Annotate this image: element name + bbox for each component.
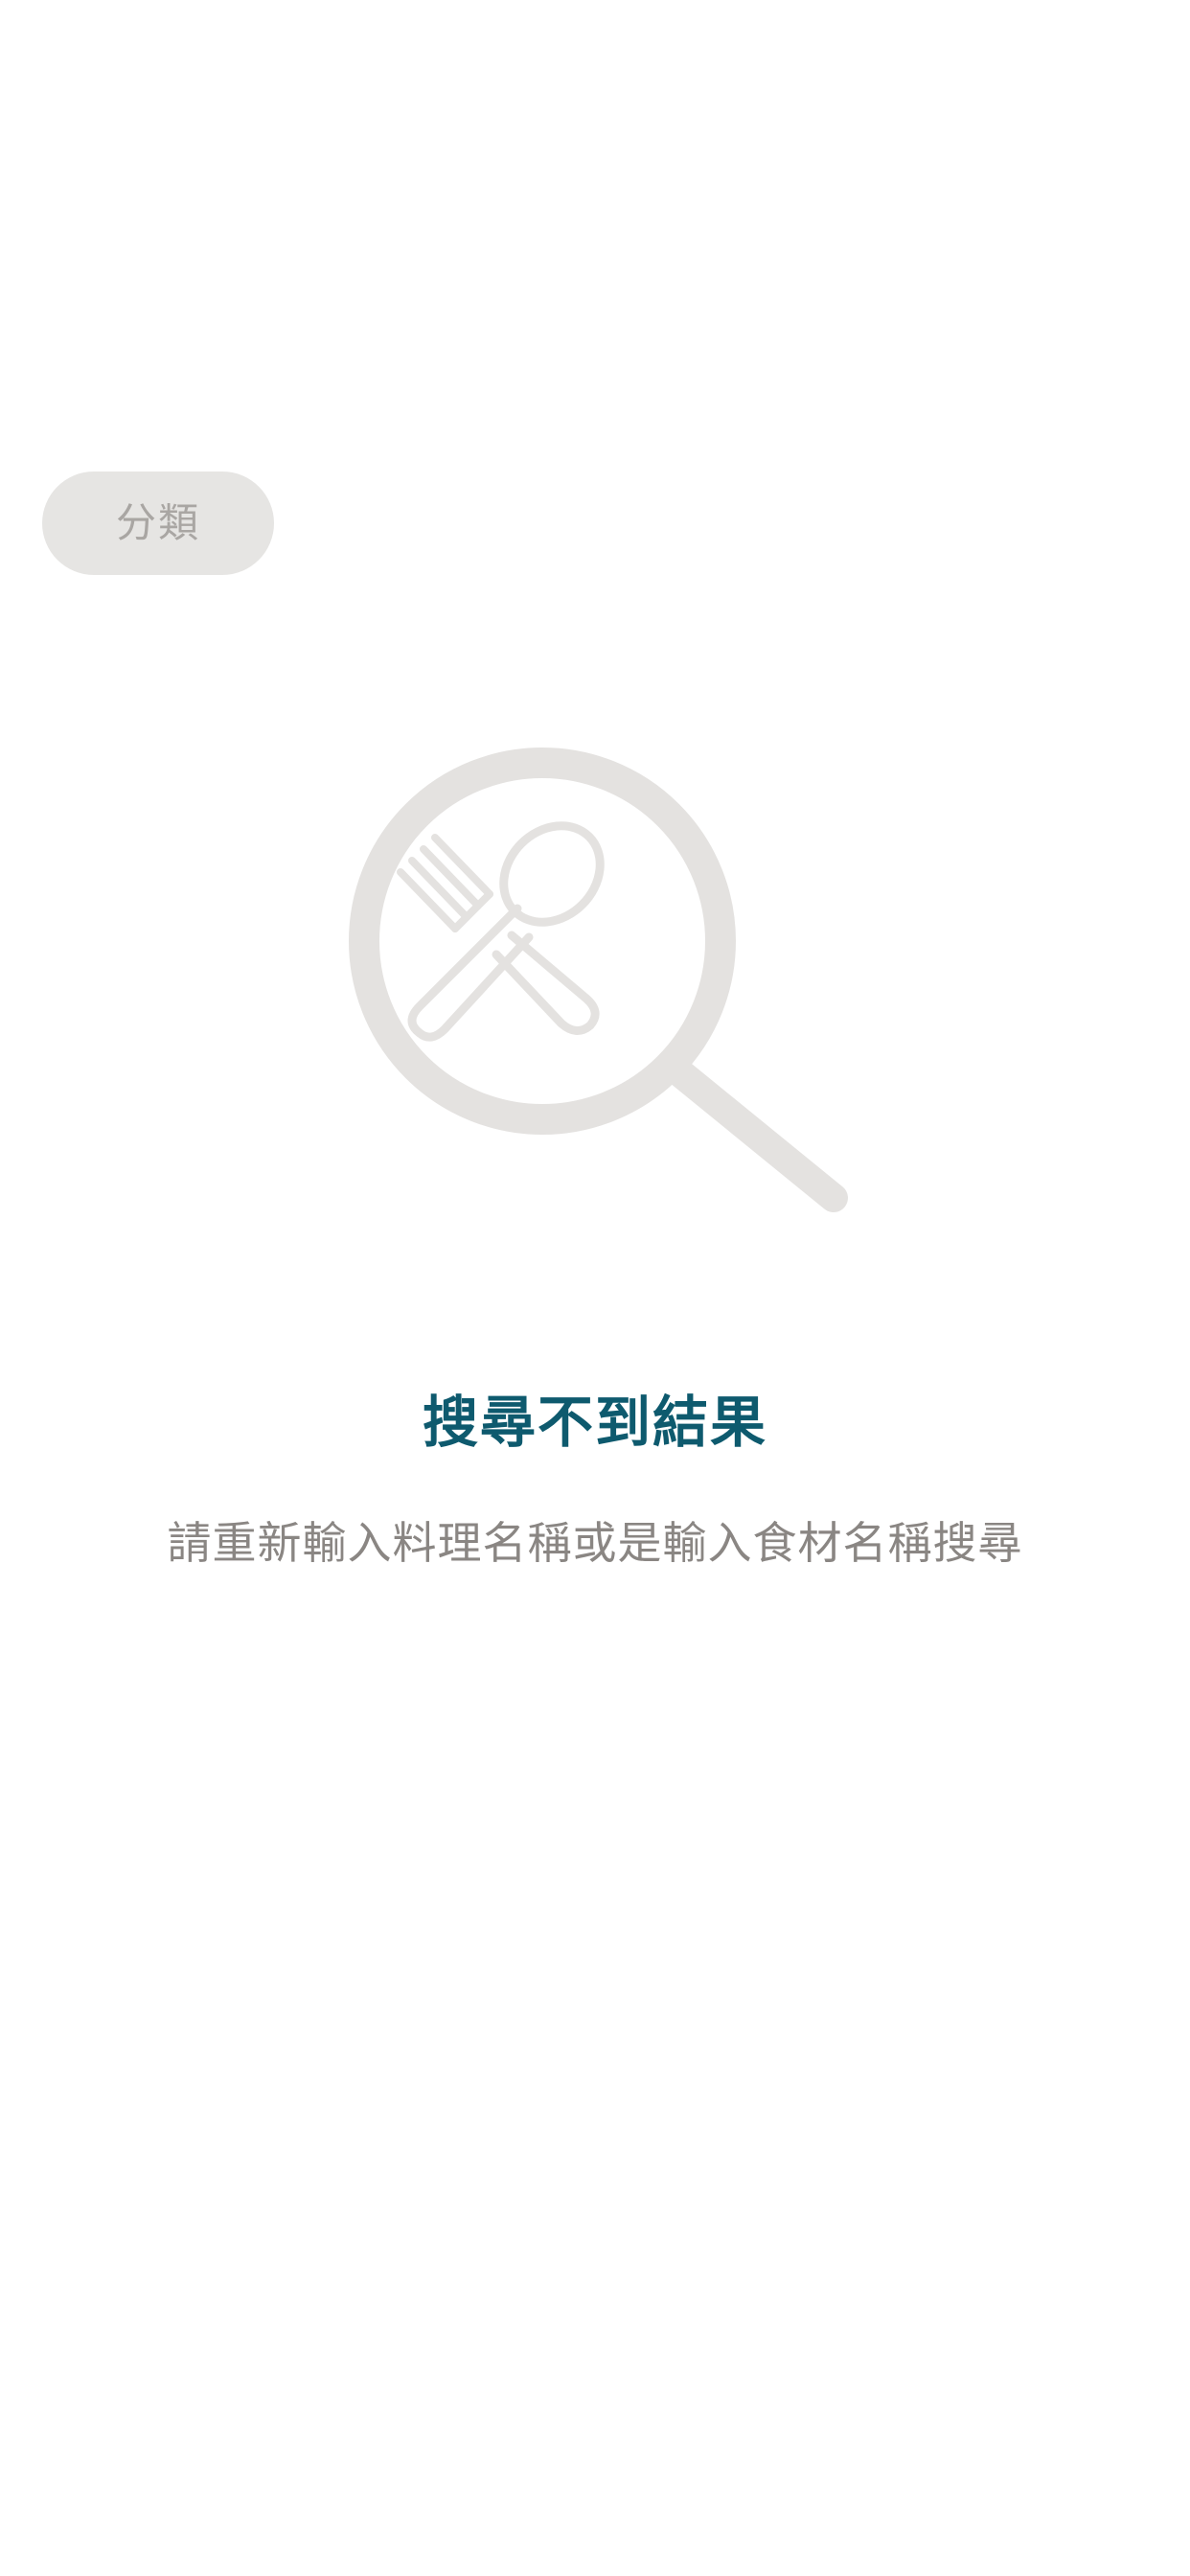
fork-icon (492, 931, 600, 1035)
no-results-illustration-icon (349, 748, 848, 1212)
magnifier-handle-icon (664, 1057, 848, 1212)
no-results-title: 搜尋不到結果 (422, 1390, 767, 1455)
category-filter-button[interactable]: 分類 (42, 472, 274, 575)
no-results-hint: 請重新輸入料理名稱或是輸入食材名稱搜尋 (167, 1517, 1023, 1569)
